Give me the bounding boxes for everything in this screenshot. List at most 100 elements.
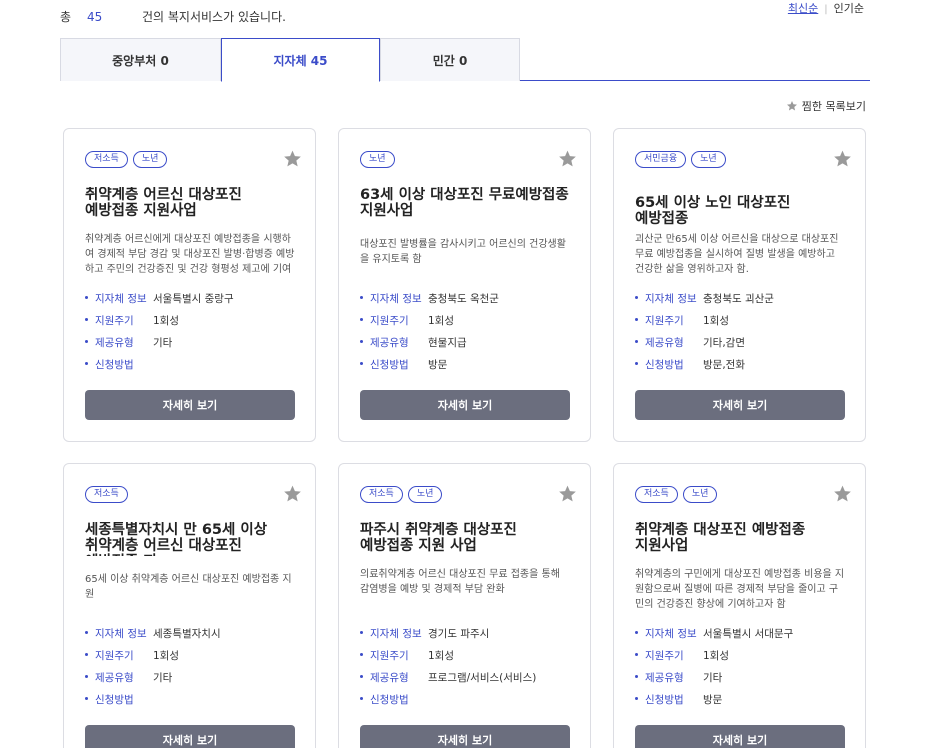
- card-title: 파주시 취약계층 대상포진 예방접종 지원 사업: [360, 522, 517, 554]
- info-label: 지원주기: [370, 649, 409, 662]
- category-tag: 노년: [132, 151, 168, 168]
- info-value: 1회성: [428, 649, 455, 662]
- info-row-type: 제공유형 현물지급: [360, 331, 580, 353]
- view-details-button[interactable]: 자세히 보기: [635, 390, 845, 420]
- card-description: 대상포진 발병률을 감사시키고 어르신의 건강생활을 유지토록 함: [360, 239, 566, 265]
- category-tag: 노년: [360, 151, 395, 168]
- info-value: 방문: [428, 358, 448, 371]
- info-label: 지원주기: [95, 314, 134, 327]
- info-row-type: 제공유형 기타: [635, 666, 855, 688]
- category-tag: 저소득: [635, 486, 678, 503]
- info-row-method: 신청방법 방문: [635, 688, 855, 710]
- info-value: 기타,감면: [703, 336, 745, 349]
- info-value: 경기도 파주시: [428, 627, 490, 640]
- bookmark-star-icon[interactable]: [282, 149, 303, 169]
- view-details-button[interactable]: 자세히 보기: [85, 725, 295, 748]
- info-value: 1회성: [428, 314, 455, 327]
- card-title: 65세 이상 노인 대상포진 예방접종: [635, 195, 791, 227]
- tab-central-government[interactable]: 중앙부처 0: [60, 38, 221, 81]
- service-card: 저소득 노년 취약계층 대상포진 예방접종 지원사업 취약계층의 구민에게 대상포…: [613, 463, 866, 748]
- service-card: 저소득 노년 취약계층 어르신 대상포진 예방접종 지원사업 취약계층 어르신에게…: [63, 128, 316, 442]
- result-summary: 총 45 건의 복지서비스가 있습니다.: [60, 8, 286, 25]
- category-tag: 노년: [682, 486, 718, 503]
- tag-list: 저소득 노년: [360, 486, 443, 503]
- info-value: 1회성: [153, 314, 180, 327]
- sort-divider: |: [824, 4, 828, 15]
- info-value: 기타: [703, 671, 723, 684]
- sort-latest[interactable]: 최신순: [788, 2, 818, 15]
- info-label: 신청방법: [95, 693, 134, 706]
- view-details-button[interactable]: 자세히 보기: [635, 725, 845, 748]
- star-icon: [786, 101, 797, 111]
- card-description: 의료취약계층 어르신 대상포진 무료 접종을 통해 감염병을 예방 및 경제적 …: [360, 569, 560, 595]
- info-row-cycle: 지원주기 1회성: [360, 309, 580, 331]
- info-value: 충청북도 괴산군: [703, 292, 774, 305]
- card-info-list: 지자체 정보 서울특별시 서대문구지원주기 1회성제공유형 기타신청방법 방문: [635, 622, 855, 710]
- bookmark-star-icon[interactable]: [557, 149, 578, 169]
- bookmark-star-icon[interactable]: [832, 484, 853, 504]
- card-info-list: 지자체 정보 충청북도 옥천군 지원주기 1회성 제공유형 현물지급신청방법 방문: [360, 287, 580, 375]
- tag-list: 노년: [360, 151, 395, 168]
- favorites-list-link[interactable]: 찜한 목록보기: [786, 98, 866, 114]
- result-count: 45: [87, 10, 103, 24]
- info-row-type: 제공유형 기타: [85, 666, 305, 688]
- card-info-list: 지자체 정보 서울특별시 중랑구 지원주기 1회성 제공유형 기타 신청방법: [85, 287, 305, 375]
- info-label: 제공유형: [95, 336, 134, 349]
- category-tag: 노년: [691, 151, 726, 168]
- bookmark-star-icon[interactable]: [282, 484, 303, 504]
- info-row-method: 신청방법 방문: [360, 353, 580, 375]
- info-label: 제공유형: [645, 671, 684, 684]
- service-card: 서민금융 노년 65세 이상 노인 대상포진 예방접종 괴산군 만65세 이상 어…: [613, 128, 866, 442]
- service-card: 노년 63세 이상 대상포진 무료예방접종 지원사업 대상포진 발병률을 감사시…: [338, 128, 591, 442]
- service-card: 저소득 노년 파주시 취약계층 대상포진 예방접종 지원 사업 의료취약계층 어르…: [338, 463, 591, 748]
- card-title: 취약계층 어르신 대상포진 예방접종 지원사업: [85, 187, 242, 219]
- info-label: 신청방법: [370, 693, 409, 706]
- info-value: 프로그램/서비스(서비스): [428, 671, 537, 684]
- info-value: 기타: [153, 336, 173, 349]
- service-card: 저소득 세종특별자치시 만 65세 이상 취약계층 어르신 대상포진 예방접종 …: [63, 463, 316, 748]
- summary-prefix: 총: [60, 10, 72, 24]
- info-label: 지자체 정보: [645, 627, 697, 640]
- category-tag: 노년: [407, 486, 443, 503]
- info-row-region: 지자체 정보 세종특별자치시: [85, 622, 305, 644]
- tag-list: 저소득 노년: [635, 486, 718, 503]
- info-row-cycle: 지원주기 1회성: [85, 644, 305, 666]
- info-value: 방문,전화: [703, 358, 745, 371]
- card-info-list: 지자체 정보 세종특별자치시 지원주기 1회성제공유형 기타신청방법: [85, 622, 305, 710]
- info-label: 제공유형: [370, 671, 409, 684]
- category-tag: 서민금융: [635, 151, 687, 168]
- info-row-region: 지자체 정보 충청북도 옥천군: [360, 287, 580, 309]
- info-row-type: 제공유형 프로그램/서비스(서비스): [360, 666, 580, 688]
- info-row-cycle: 지원주기 1회성: [85, 309, 305, 331]
- card-info-list: 지자체 정보 경기도 파주시 지원주기 1회성 제공유형 프로그램/서비스(서비스) 신청방…: [360, 622, 580, 710]
- info-row-method: 신청방법: [360, 688, 580, 710]
- bookmark-star-icon[interactable]: [832, 149, 853, 169]
- category-tabs: 중앙부처 0 지자체 45 민간 0: [60, 38, 870, 82]
- info-label: 제공유형: [95, 671, 134, 684]
- view-details-button[interactable]: 자세히 보기: [360, 390, 570, 420]
- bookmark-star-icon[interactable]: [557, 484, 578, 504]
- sort-popular[interactable]: 인기순: [834, 2, 864, 15]
- info-label: 지원주기: [645, 649, 684, 662]
- info-value: 서울특별시 서대문구: [703, 627, 794, 640]
- tab-local-government[interactable]: 지자체 45: [221, 38, 380, 82]
- info-row-method: 신청방법 방문,전화: [635, 353, 855, 375]
- info-row-cycle: 지원주기 1회성: [360, 644, 580, 666]
- info-value: 기타: [153, 671, 173, 684]
- view-details-button[interactable]: 자세히 보기: [85, 390, 295, 420]
- tag-list: 저소득: [85, 486, 128, 503]
- info-row-region: 지자체 정보 서울특별시 중랑구: [85, 287, 305, 309]
- info-label: 신청방법: [370, 358, 409, 371]
- favorites-list-label: 찜한 목록보기: [801, 100, 866, 113]
- view-details-button[interactable]: 자세히 보기: [360, 725, 570, 748]
- category-tag: 저소득: [85, 151, 128, 168]
- info-label: 지자체 정보: [645, 292, 697, 305]
- info-label: 지원주기: [645, 314, 684, 327]
- tab-private[interactable]: 민간 0: [380, 38, 520, 81]
- info-value: 1회성: [703, 649, 730, 662]
- info-value: 방문: [703, 693, 723, 706]
- info-label: 제공유형: [645, 336, 684, 349]
- summary-suffix: 건의 복지서비스가 있습니다.: [142, 10, 286, 24]
- info-value: 1회성: [153, 649, 180, 662]
- info-row-cycle: 지원주기 1회성: [635, 644, 855, 666]
